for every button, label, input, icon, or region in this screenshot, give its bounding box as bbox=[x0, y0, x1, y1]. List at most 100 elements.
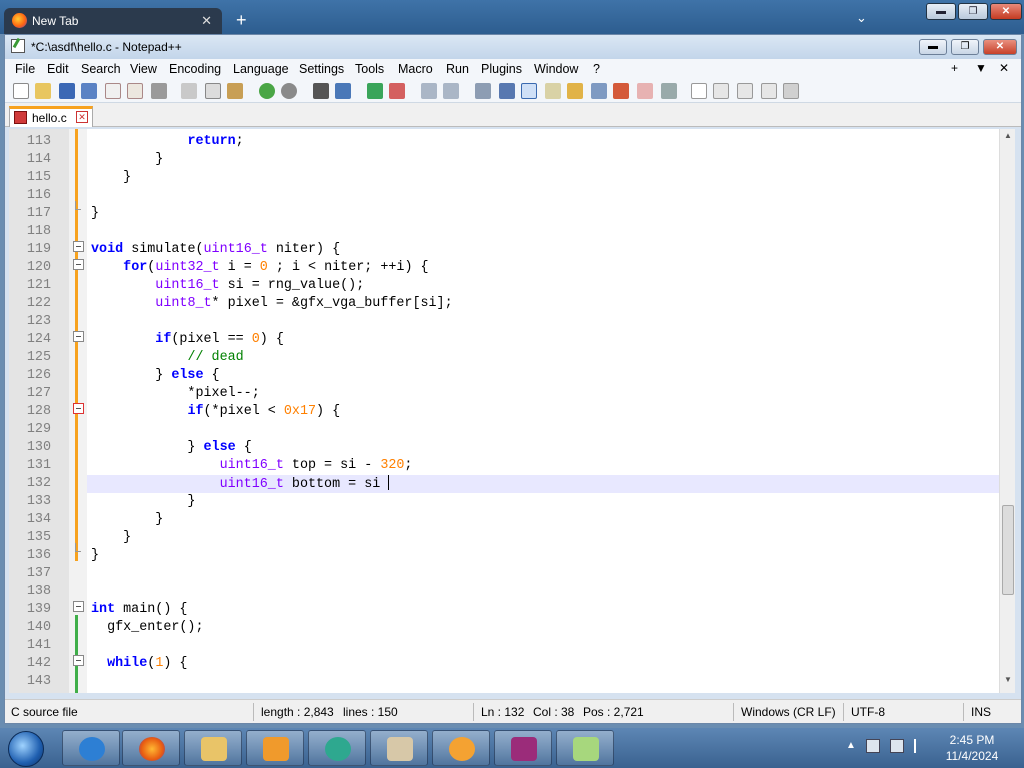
folder-workspace-icon[interactable] bbox=[613, 83, 629, 99]
browser-tab-new-tab[interactable]: New Tab ✕ bbox=[4, 8, 222, 34]
taskbar-file-explorer[interactable] bbox=[184, 730, 242, 766]
code-line[interactable]: 117} bbox=[9, 205, 999, 223]
close-document-tab-icon[interactable]: ✕ bbox=[76, 111, 88, 123]
close-button[interactable]: ✕ bbox=[983, 39, 1017, 55]
redo-icon[interactable] bbox=[281, 83, 297, 99]
new-file-icon[interactable] bbox=[13, 83, 29, 99]
new-tab-button[interactable]: + bbox=[236, 10, 247, 31]
code-line[interactable]: 137 bbox=[9, 565, 999, 583]
status-insert-mode[interactable]: INS bbox=[971, 705, 991, 719]
copy-icon[interactable] bbox=[205, 83, 221, 99]
zoom-out-icon[interactable] bbox=[389, 83, 405, 99]
code-line[interactable]: 142 while(1) { bbox=[9, 655, 999, 673]
code-line[interactable]: 125 // dead bbox=[9, 349, 999, 367]
save-macro-icon[interactable] bbox=[783, 83, 799, 99]
show-all-chars-icon[interactable] bbox=[499, 83, 515, 99]
new-tab-plus-button[interactable]: + bbox=[951, 61, 958, 75]
start-button[interactable] bbox=[8, 731, 44, 767]
record-view-icon[interactable] bbox=[661, 83, 677, 99]
tab-list-dropdown[interactable]: ▼ bbox=[975, 61, 987, 75]
taskbar-internet-explorer[interactable] bbox=[62, 730, 120, 766]
taskbar-media-player[interactable] bbox=[246, 730, 304, 766]
browser-minimize-button[interactable]: ▬ bbox=[926, 3, 956, 20]
code-line[interactable]: 136} bbox=[9, 547, 999, 565]
close-all-icon[interactable] bbox=[127, 83, 143, 99]
save-all-icon[interactable] bbox=[81, 83, 97, 99]
menu-language[interactable]: Language bbox=[233, 62, 289, 76]
menu-view[interactable]: View bbox=[130, 62, 157, 76]
network-icon[interactable] bbox=[866, 739, 880, 753]
print-icon[interactable] bbox=[151, 83, 167, 99]
paste-icon[interactable] bbox=[227, 83, 243, 99]
code-line[interactable]: 113 return; bbox=[9, 133, 999, 151]
restore-button[interactable]: ❐ bbox=[951, 39, 979, 55]
menu-macro[interactable]: Macro bbox=[398, 62, 433, 76]
document-tab-hello-c[interactable]: hello.c ✕ bbox=[9, 106, 93, 127]
open-file-icon[interactable] bbox=[35, 83, 51, 99]
code-line[interactable]: 138 bbox=[9, 583, 999, 601]
code-line[interactable]: 132 uint16_t bottom = si bbox=[9, 475, 999, 493]
indent-guide-icon[interactable] bbox=[521, 83, 537, 99]
code-line[interactable]: 130 } else { bbox=[9, 439, 999, 457]
action-center-flag-icon[interactable] bbox=[914, 739, 926, 753]
taskbar-notepadpp[interactable] bbox=[556, 730, 614, 766]
sync-h-icon[interactable] bbox=[443, 83, 459, 99]
code-line[interactable]: 127 *pixel--; bbox=[9, 385, 999, 403]
system-clock[interactable]: 2:45 PM 11/4/2024 bbox=[930, 732, 1014, 764]
close-icon[interactable] bbox=[105, 83, 121, 99]
code-line[interactable]: 129 bbox=[9, 421, 999, 439]
close-tab-icon[interactable]: ✕ bbox=[201, 13, 212, 29]
code-line[interactable]: 120 for(uint32_t i = 0 ; i < niter; ++i)… bbox=[9, 259, 999, 277]
udl-icon[interactable] bbox=[545, 83, 561, 99]
taskbar-app-bubble[interactable] bbox=[308, 730, 366, 766]
code-line[interactable]: 139 int main() { bbox=[9, 601, 999, 619]
code-line[interactable]: 140 gfx_enter(); bbox=[9, 619, 999, 637]
zoom-in-icon[interactable] bbox=[367, 83, 383, 99]
vertical-scrollbar[interactable]: ▲ ▼ bbox=[999, 129, 1015, 693]
close-document-button[interactable]: ✕ bbox=[999, 61, 1009, 75]
scroll-up-arrow-icon[interactable]: ▲ bbox=[1000, 131, 1016, 147]
code-line[interactable]: 128 if(*pixel < 0x17) { bbox=[9, 403, 999, 421]
status-eol-format[interactable]: Windows (CR LF) bbox=[741, 705, 836, 719]
save-icon[interactable] bbox=[59, 83, 75, 99]
code-line[interactable]: 143 bbox=[9, 673, 999, 691]
taskbar-scratch[interactable] bbox=[432, 730, 490, 766]
code-line[interactable]: 126 } else { bbox=[9, 367, 999, 385]
cut-icon[interactable] bbox=[181, 83, 197, 99]
taskbar-firefox[interactable] bbox=[122, 730, 180, 766]
code-line[interactable]: 131 uint16_t top = si - 320; bbox=[9, 457, 999, 475]
scroll-down-arrow-icon[interactable]: ▼ bbox=[1000, 675, 1016, 691]
code-line[interactable]: 119 void simulate(uint16_t niter) { bbox=[9, 241, 999, 259]
word-wrap-icon[interactable] bbox=[475, 83, 491, 99]
code-line[interactable]: 122 uint8_t* pixel = &gfx_vga_buffer[si]… bbox=[9, 295, 999, 313]
code-line[interactable]: 123 bbox=[9, 313, 999, 331]
code-line[interactable]: 134 } bbox=[9, 511, 999, 529]
find-icon[interactable] bbox=[313, 83, 329, 99]
menu-tools[interactable]: Tools bbox=[355, 62, 384, 76]
menu-settings[interactable]: Settings bbox=[299, 62, 344, 76]
play-macro-icon[interactable] bbox=[737, 83, 753, 99]
code-line[interactable]: 116 bbox=[9, 187, 999, 205]
stop-macro-icon[interactable] bbox=[713, 83, 729, 99]
menu-help[interactable]: ? bbox=[593, 62, 600, 76]
record-macro-icon[interactable] bbox=[691, 83, 707, 99]
undo-icon[interactable] bbox=[259, 83, 275, 99]
code-line[interactable]: 118 bbox=[9, 223, 999, 241]
taskbar-paint[interactable] bbox=[370, 730, 428, 766]
menu-run[interactable]: Run bbox=[446, 62, 469, 76]
minimize-button[interactable]: ▬ bbox=[919, 39, 947, 55]
run-macro-multiple-icon[interactable] bbox=[761, 83, 777, 99]
scrollbar-thumb[interactable] bbox=[1002, 505, 1014, 595]
code-line[interactable]: 114 } bbox=[9, 151, 999, 169]
menu-search[interactable]: Search bbox=[81, 62, 121, 76]
code-editor[interactable]: 113 return; 114 } 115 } 116 117} 118 119 void s… bbox=[9, 129, 999, 693]
browser-close-button[interactable]: ✕ bbox=[990, 3, 1022, 20]
show-hidden-icons-icon[interactable]: ▲ bbox=[846, 740, 856, 751]
status-encoding[interactable]: UTF-8 bbox=[851, 705, 885, 719]
menu-edit[interactable]: Edit bbox=[47, 62, 69, 76]
code-line[interactable]: 121 uint16_t si = rng_value(); bbox=[9, 277, 999, 295]
code-line[interactable]: 133 } bbox=[9, 493, 999, 511]
menu-encoding[interactable]: Encoding bbox=[169, 62, 221, 76]
monitor-icon[interactable] bbox=[637, 83, 653, 99]
volume-muted-icon[interactable] bbox=[890, 739, 904, 753]
